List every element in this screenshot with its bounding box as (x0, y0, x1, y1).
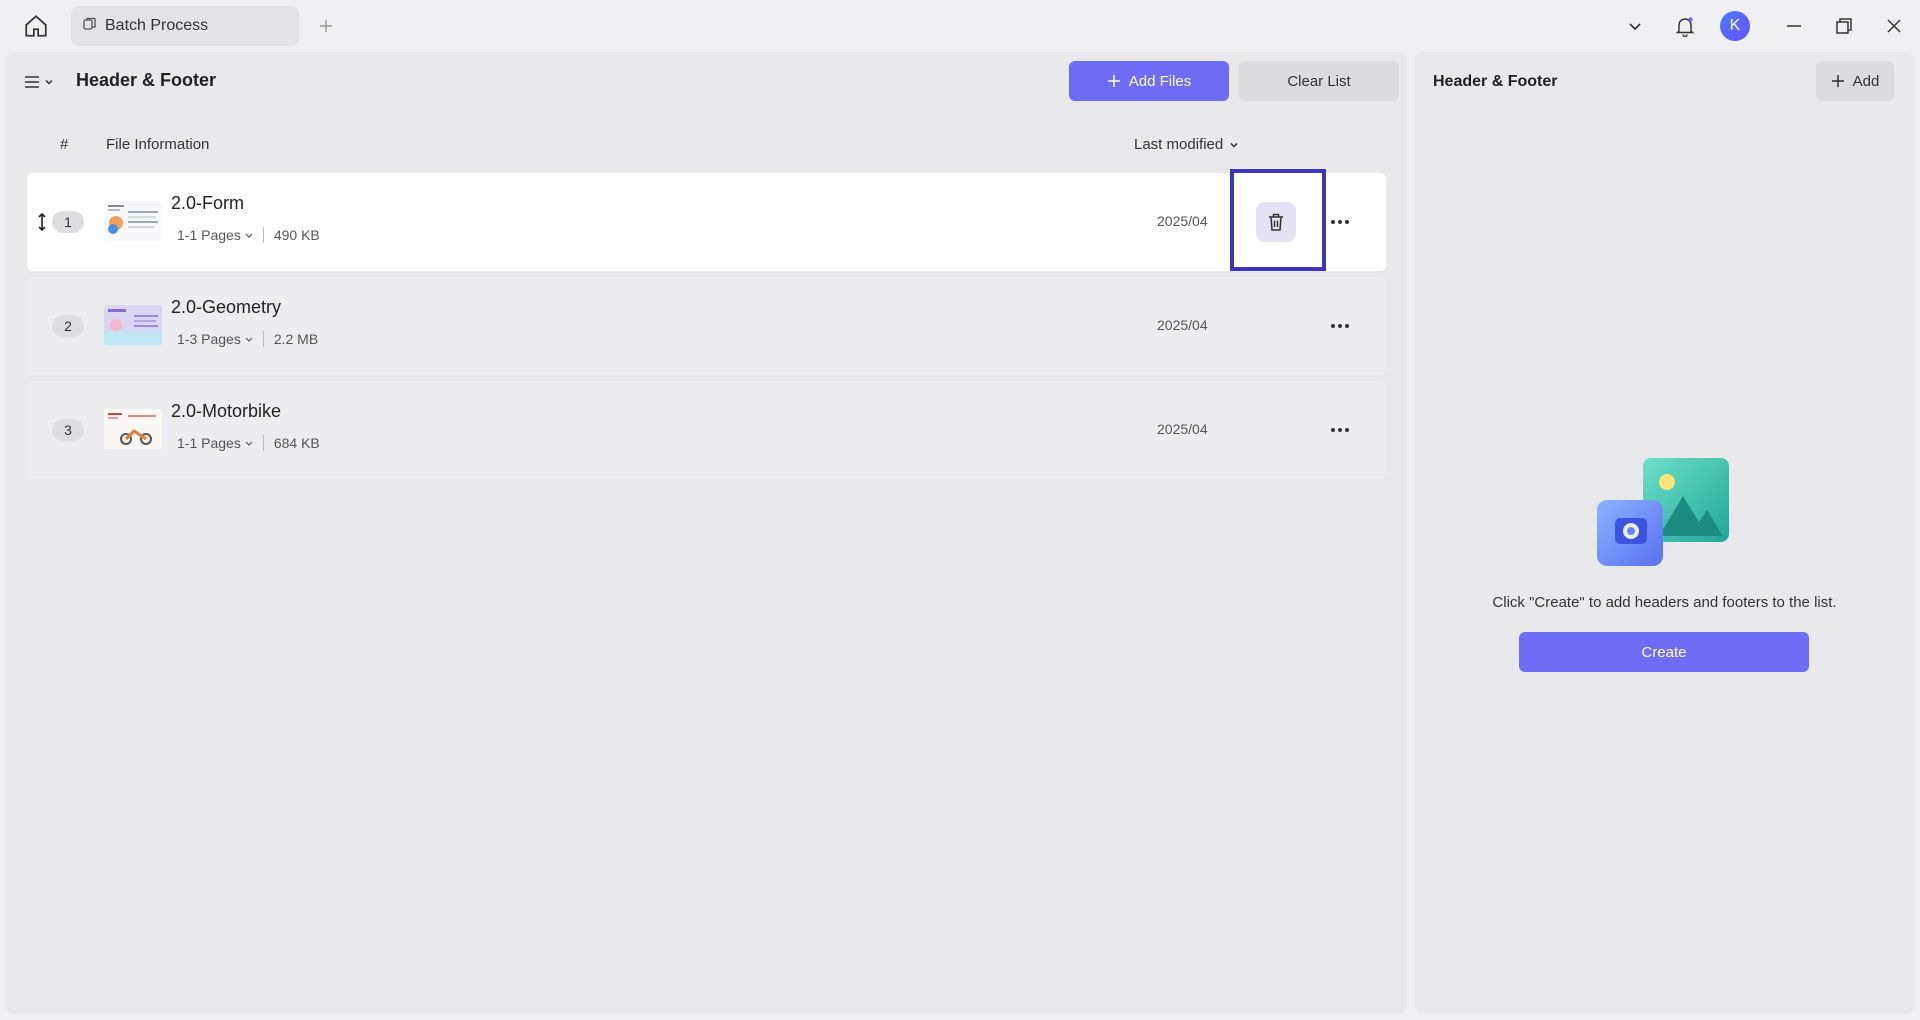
file-row[interactable]: 1 2.0-Form 1-1 Pages 490 KB 2025/04 (27, 169, 1386, 271)
file-name: 2.0-Motorbike (171, 401, 282, 421)
add-label: Add (1852, 72, 1880, 90)
clear-list-label: Clear List (1287, 72, 1351, 90)
file-size: 2.2 MB (273, 331, 319, 347)
header-footer-panel: Header & Footer Add Click "Create" to ad… (1415, 52, 1914, 1014)
chevron-down-icon (1230, 142, 1238, 148)
chevron-down-icon (245, 233, 253, 238)
chevron-down-icon (245, 337, 253, 342)
column-index: # (60, 136, 69, 153)
divider (262, 331, 264, 347)
page-range-label: 1-3 Pages (177, 331, 241, 347)
page-title: Header & Footer (76, 70, 217, 90)
dot (1338, 220, 1342, 224)
file-thumbnail (104, 409, 162, 449)
file-row[interactable]: 2 2.0-Geometry 1-3 Pages 2.2 MB 2025/04 (27, 277, 1386, 375)
file-thumbnail (104, 201, 162, 241)
column-file-information: File Information (106, 136, 210, 153)
add-files-button[interactable]: Add Files (1069, 61, 1229, 101)
more-options-button[interactable] (1325, 417, 1355, 443)
sort-last-modified[interactable]: Last modified (1134, 136, 1239, 153)
file-name: 2.0-Geometry (171, 297, 282, 317)
hamburger-icon (25, 76, 39, 88)
tab-batch-process[interactable]: Batch Process (71, 6, 299, 46)
add-files-label: Add Files (1128, 72, 1192, 90)
page-range-label: 1-1 Pages (177, 227, 241, 243)
close-icon[interactable] (1878, 10, 1910, 42)
file-date: 2025/04 (1157, 213, 1208, 229)
plus-icon (1107, 75, 1120, 87)
row-number: 3 (52, 419, 84, 441)
chevron-down-icon[interactable] (1619, 10, 1651, 42)
divider (262, 227, 264, 243)
divider (262, 435, 264, 451)
avatar[interactable]: K (1719, 10, 1751, 42)
new-tab-button[interactable] (312, 12, 340, 40)
avatar-letter: K (1720, 11, 1750, 41)
file-row[interactable]: 3 2.0-Motorbike 1-1 Pages 684 KB 2025/04 (27, 381, 1386, 479)
tab-label: Batch Process (105, 17, 209, 34)
row-number: 1 (52, 211, 84, 233)
minimize-icon[interactable] (1778, 10, 1810, 42)
file-size: 490 KB (273, 227, 320, 243)
dot (1345, 324, 1349, 328)
drag-handle-icon[interactable] (35, 211, 49, 233)
title-bar: Batch Process K (0, 0, 1920, 52)
restore-icon[interactable] (1828, 10, 1860, 42)
dot (1338, 428, 1342, 432)
trash-icon (1269, 213, 1283, 231)
add-template-button[interactable]: Add (1816, 61, 1894, 101)
delete-button[interactable] (1256, 202, 1296, 242)
notification-bell-icon[interactable] (1669, 10, 1701, 42)
page-range-selector[interactable]: 1-1 Pages (177, 435, 253, 451)
file-thumbnail (104, 305, 162, 345)
dot (1331, 324, 1335, 328)
file-date: 2025/04 (1157, 421, 1208, 437)
side-panel-title: Header & Footer (1433, 73, 1558, 90)
row-number: 2 (52, 315, 84, 337)
file-meta: 1-1 Pages 490 KB (177, 227, 320, 243)
dot (1331, 428, 1335, 432)
dot (1345, 220, 1349, 224)
plus-icon (1831, 75, 1844, 87)
chevron-down-icon (45, 79, 53, 85)
file-size: 684 KB (273, 435, 320, 451)
file-meta: 1-1 Pages 684 KB (177, 435, 320, 451)
file-date: 2025/04 (1157, 317, 1208, 333)
page-range-label: 1-1 Pages (177, 435, 241, 451)
clear-list-button[interactable]: Clear List (1239, 61, 1399, 101)
file-list-panel: Header & Footer Add Files Clear List # F… (6, 52, 1407, 1014)
more-options-button[interactable] (1325, 313, 1355, 339)
dot (1338, 324, 1342, 328)
page-range-selector[interactable]: 1-3 Pages (177, 331, 253, 347)
dot (1345, 428, 1349, 432)
panel-header: Header & Footer Add Files Clear List (6, 52, 1407, 108)
file-name: 2.0-Form (171, 193, 245, 213)
batch-icon (83, 17, 97, 36)
menu-button[interactable] (24, 68, 64, 96)
page-range-selector[interactable]: 1-1 Pages (177, 227, 253, 243)
file-meta: 1-3 Pages 2.2 MB (177, 331, 318, 347)
chevron-down-icon (245, 441, 253, 446)
create-label: Create (1641, 643, 1687, 661)
home-icon[interactable] (20, 10, 52, 42)
dot (1331, 220, 1335, 224)
more-options-button[interactable] (1325, 209, 1355, 235)
create-button[interactable]: Create (1519, 632, 1809, 672)
sort-label: Last modified (1134, 136, 1224, 153)
empty-state-message: Click "Create" to add headers and footer… (1492, 594, 1837, 611)
empty-state-illustration-icon (1595, 452, 1735, 572)
